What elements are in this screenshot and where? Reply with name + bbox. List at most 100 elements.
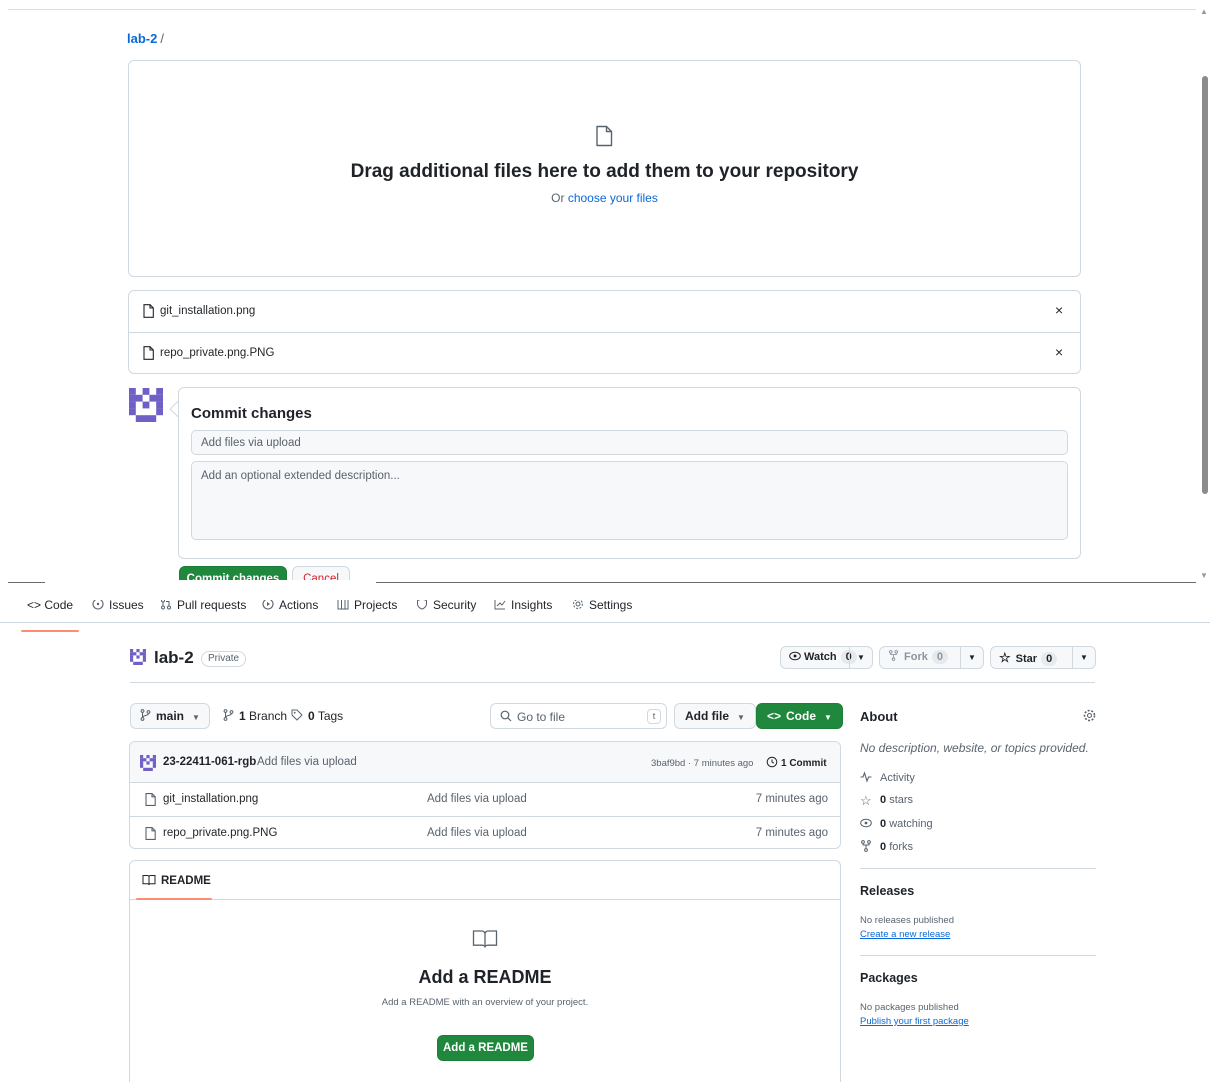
dropzone-title: Drag additional files here to add them t… [350, 161, 859, 182]
file-commit-time: 7 minutes ago [755, 827, 828, 839]
tab-security[interactable]: Security [416, 600, 476, 612]
star-icon: ☆ [860, 793, 872, 808]
tag-label: Tags [317, 709, 344, 723]
chevron-down-icon[interactable]: ▼ [960, 647, 983, 668]
file-name-link[interactable]: repo_private.png.PNG [163, 827, 277, 839]
eye-icon [789, 651, 801, 661]
scrollbar-thumb[interactable] [1202, 76, 1208, 494]
packages-heading[interactable]: Packages [860, 971, 918, 985]
branch-selector-button[interactable]: main ▼ [130, 703, 210, 729]
breadcrumb-repo-link[interactable]: lab-2 [127, 31, 157, 46]
go-to-file-input[interactable]: Go to file t [490, 703, 667, 729]
packages-empty-text: No packages published [860, 1002, 959, 1013]
tab-issues[interactable]: Issues [92, 600, 144, 612]
book-icon [142, 875, 156, 886]
watch-main[interactable]: Watch 0 [781, 647, 857, 668]
scroll-down-arrow-icon[interactable]: ▼ [1200, 572, 1208, 580]
chevron-down-icon: ▼ [824, 713, 832, 722]
active-tab-indicator [21, 630, 79, 632]
file-icon [145, 827, 156, 840]
repo-owner-avatar[interactable] [130, 648, 146, 666]
table-row: git_installation.png Add files via uploa… [130, 783, 840, 816]
commit-message-link[interactable]: Add files via upload [257, 756, 357, 768]
file-commit-time: 7 minutes ago [755, 793, 828, 805]
uploaded-file-name: repo_private.png.PNG [160, 347, 275, 359]
forks-count: 0 [880, 841, 887, 853]
separator-line [8, 582, 45, 583]
tab-label: Pull requests [177, 600, 247, 612]
dropzone-or-text: Or [551, 191, 565, 205]
choose-files-link[interactable]: choose your files [568, 191, 658, 205]
add-file-button[interactable]: Add file ▼ [674, 703, 756, 729]
tab-label: Insights [511, 600, 553, 612]
tab-projects[interactable]: Projects [337, 600, 397, 612]
file-commit-message[interactable]: Add files via upload [427, 827, 527, 839]
file-icon [596, 125, 613, 147]
upload-page: lab-2/ Drag additional files here to add… [0, 0, 1210, 584]
chevron-down-icon[interactable]: ▼ [1072, 647, 1095, 668]
stars-link[interactable]: ☆ 0 stars [860, 794, 913, 807]
star-main[interactable]: ☆ Star 0 [991, 647, 1058, 668]
file-commit-message[interactable]: Add files via upload [427, 793, 527, 805]
scroll-up-arrow-icon[interactable]: ▲ [1200, 8, 1208, 16]
star-label: Star [1015, 653, 1038, 665]
activity-link[interactable]: Activity [860, 771, 915, 784]
create-release-link[interactable]: Create a new release [860, 929, 950, 940]
latest-commit-bar: 23-22411-061-rgb Add files via upload 3b… [130, 742, 840, 783]
sidebar-divider [860, 868, 1096, 869]
file-icon [143, 346, 154, 360]
commit-history-link[interactable]: 1 Commit [766, 756, 827, 769]
gear-icon[interactable] [1083, 709, 1096, 722]
commit-author-link[interactable]: 23-22411-061-rgb [163, 756, 256, 768]
visibility-badge: Private [201, 651, 247, 667]
fork-count: 0 [931, 650, 948, 664]
file-name-link[interactable]: git_installation.png [163, 793, 258, 805]
tab-insights[interactable]: Insights [494, 600, 552, 612]
sidebar-divider [860, 955, 1096, 956]
file-dropzone[interactable]: Drag additional files here to add them t… [128, 60, 1081, 277]
stars-label: stars [889, 794, 914, 806]
user-avatar[interactable] [129, 387, 163, 423]
uploaded-file-row: repo_private.png.PNG × [129, 332, 1080, 373]
fork-icon [889, 650, 898, 661]
commit-description-field[interactable] [191, 461, 1068, 540]
readme-empty-subtitle: Add a README with an overview of your pr… [381, 997, 589, 1008]
readme-tab-label: README [161, 875, 211, 887]
remove-file-icon[interactable]: × [1055, 302, 1063, 318]
commit-changes-panel: Commit changes [178, 387, 1081, 559]
header-divider [130, 682, 1095, 683]
chevron-down-icon[interactable]: ▼ [849, 647, 872, 668]
go-to-file-placeholder: Go to file [517, 710, 566, 724]
tab-code[interactable]: <> Code [27, 600, 73, 612]
tags-link[interactable]: 0 Tags [291, 709, 343, 723]
uploaded-file-name: git_installation.png [160, 305, 256, 317]
avatar[interactable] [140, 755, 156, 771]
watch-button[interactable]: Watch 0 ▼ [780, 646, 873, 669]
commit-sha-time[interactable]: 3baf9bd · 7 minutes ago [651, 758, 753, 769]
code-button[interactable]: <> Code ▼ [756, 703, 843, 729]
forks-link[interactable]: 0 forks [860, 840, 913, 853]
remove-file-icon[interactable]: × [1055, 344, 1063, 360]
add-readme-button[interactable]: Add a README [437, 1035, 534, 1061]
star-icon: ☆ [999, 650, 1011, 665]
about-description: No description, website, or topics provi… [860, 741, 1089, 755]
file-browser: 23-22411-061-rgb Add files via upload 3b… [129, 741, 841, 849]
commit-message-input[interactable] [191, 430, 1068, 455]
top-divider [8, 9, 1196, 10]
tab-pull-requests[interactable]: Pull requests [160, 600, 246, 612]
tab-settings[interactable]: Settings [572, 600, 632, 612]
chevron-down-icon: ▼ [737, 713, 745, 722]
fork-main[interactable]: Fork 0 [880, 647, 948, 668]
fork-icon [861, 840, 871, 852]
watching-link[interactable]: 0 watching [860, 817, 933, 830]
releases-heading[interactable]: Releases [860, 884, 914, 898]
readme-panel: README Add a README Add a README with an… [129, 860, 841, 1082]
readme-tab[interactable]: README [142, 874, 211, 887]
fork-button[interactable]: Fork 0 ▼ [879, 646, 984, 669]
star-button[interactable]: ☆ Star 0 ▼ [990, 646, 1096, 669]
repo-name[interactable]: lab-2 [154, 648, 194, 668]
tab-label: Settings [589, 600, 633, 612]
publish-package-link[interactable]: Publish your first package [860, 1016, 969, 1027]
branches-link[interactable]: 1 Branch [223, 709, 287, 723]
tab-actions[interactable]: Actions [262, 600, 318, 612]
